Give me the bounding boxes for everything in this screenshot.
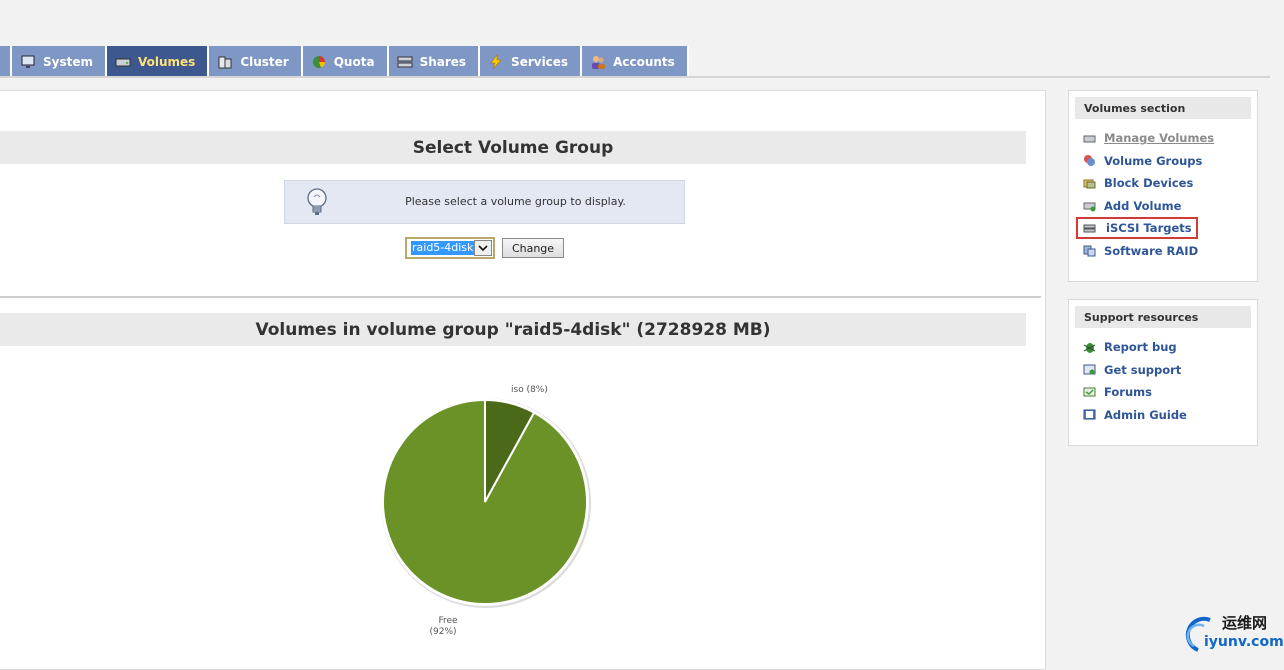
selected-volume-group: raid5-4disk — [411, 241, 475, 255]
monitor-icon — [20, 54, 36, 70]
tab-label: Volumes — [138, 54, 196, 69]
volumes-in-group-heading: Volumes in volume group "raid5-4disk" (2… — [0, 313, 1026, 346]
tab-quota[interactable]: Quota — [302, 46, 389, 77]
add-volume-icon — [1083, 199, 1096, 212]
lightning-icon — [488, 53, 504, 70]
pie-icon — [311, 54, 327, 70]
raid-icon — [1083, 244, 1096, 257]
sidebar-item-software-raid[interactable]: Software RAID — [1083, 240, 1257, 263]
sidebar-item-label: Add Volume — [1104, 198, 1182, 213]
tab-system[interactable]: System — [12, 46, 107, 77]
slice-label-free-percent: (92%) — [429, 627, 456, 637]
sidebar-item-block-devices[interactable]: Block Devices — [1083, 172, 1257, 195]
pie-slice-free — [382, 398, 588, 605]
volumes-section-box: Volumes section Manage Volumes Volume Gr… — [1068, 90, 1258, 282]
drive-icon — [115, 54, 131, 70]
main-panel: Select Volume Group Please select a volu… — [0, 90, 1046, 670]
sidebar-item-label: Volume Groups — [1104, 153, 1203, 168]
sidebar-item-label: Admin Guide — [1104, 407, 1187, 422]
tab-label: Shares — [419, 54, 467, 69]
sidebar-item-label: Forums — [1104, 385, 1152, 400]
tab-label: Services — [511, 54, 569, 69]
book-icon — [1083, 408, 1096, 421]
watermark-cn: 运维网 — [1222, 614, 1267, 632]
tab-label: Accounts — [613, 54, 675, 69]
section-divider — [0, 296, 1041, 298]
sidebar-item-iscsi-targets[interactable]: iSCSI Targets — [1076, 217, 1257, 240]
sidebar-item-report-bug[interactable]: Report bug — [1083, 336, 1257, 359]
block-devices-icon — [1083, 177, 1096, 190]
pie-svg: iso (8%) Free (92%) — [381, 385, 591, 637]
info-message: Please select a volume group to display. — [405, 195, 626, 208]
sidebar-item-label: Report bug — [1104, 340, 1177, 355]
change-button[interactable]: Change — [502, 238, 564, 258]
sidebar-item-forums[interactable]: Forums — [1083, 381, 1257, 404]
sidebar-item-get-support[interactable]: Get support — [1083, 359, 1257, 382]
volume-pie-chart: iso (8%) Free (92%) — [370, 376, 610, 650]
slice-label-iso: iso (8%) — [511, 385, 548, 395]
main-nav: System Volumes Cluster Quota Shares Serv… — [0, 46, 689, 77]
tab-shares[interactable]: Shares — [388, 46, 481, 77]
sidebar-item-label: iSCSI Targets — [1076, 217, 1198, 240]
watermark-logo: 运维网 iyunv.com — [1180, 608, 1284, 658]
sidebar-item-manage-volumes[interactable]: Manage Volumes — [1083, 127, 1257, 150]
sidebar-item-label: Manage Volumes — [1104, 131, 1215, 146]
sidebar-item-label: Software RAID — [1104, 243, 1199, 258]
users-icon — [590, 54, 606, 70]
forum-icon — [1083, 386, 1096, 399]
tab-accounts[interactable]: Accounts — [582, 46, 689, 77]
tab-services[interactable]: Services — [480, 46, 583, 77]
volume-groups-icon — [1083, 154, 1096, 167]
support-icon — [1083, 363, 1096, 376]
select-volume-group-heading: Select Volume Group — [0, 131, 1026, 164]
tab-label: Cluster — [240, 54, 289, 69]
volume-group-select[interactable]: raid5-4disk — [405, 237, 495, 259]
drive-icon — [1083, 132, 1096, 145]
server-icon — [397, 54, 413, 70]
nav-underline — [0, 76, 1270, 78]
sidebar-item-label: Block Devices — [1104, 176, 1194, 191]
watermark-en: iyunv.com — [1204, 634, 1284, 650]
bug-icon — [1083, 341, 1096, 354]
tab-label: System — [43, 54, 93, 69]
support-resources-title: Support resources — [1075, 306, 1251, 328]
support-resources-box: Support resources Report bug Get support… — [1068, 299, 1258, 446]
sidebar-item-label: Get support — [1104, 362, 1182, 377]
cluster-icon — [217, 54, 233, 70]
info-box: Please select a volume group to display. — [284, 180, 685, 224]
tab-hidden-left[interactable] — [0, 46, 12, 77]
sidebar-item-volume-groups[interactable]: Volume Groups — [1083, 150, 1257, 173]
slice-label-free: Free — [438, 616, 458, 626]
sidebar-item-admin-guide[interactable]: Admin Guide — [1083, 404, 1257, 427]
tab-label: Quota — [333, 54, 375, 69]
chevron-down-icon[interactable] — [474, 240, 492, 256]
tab-volumes[interactable]: Volumes — [107, 46, 210, 77]
sidebar-item-add-volume[interactable]: Add Volume — [1083, 195, 1257, 218]
volumes-section-title: Volumes section — [1075, 97, 1251, 119]
tab-cluster[interactable]: Cluster — [209, 46, 303, 77]
